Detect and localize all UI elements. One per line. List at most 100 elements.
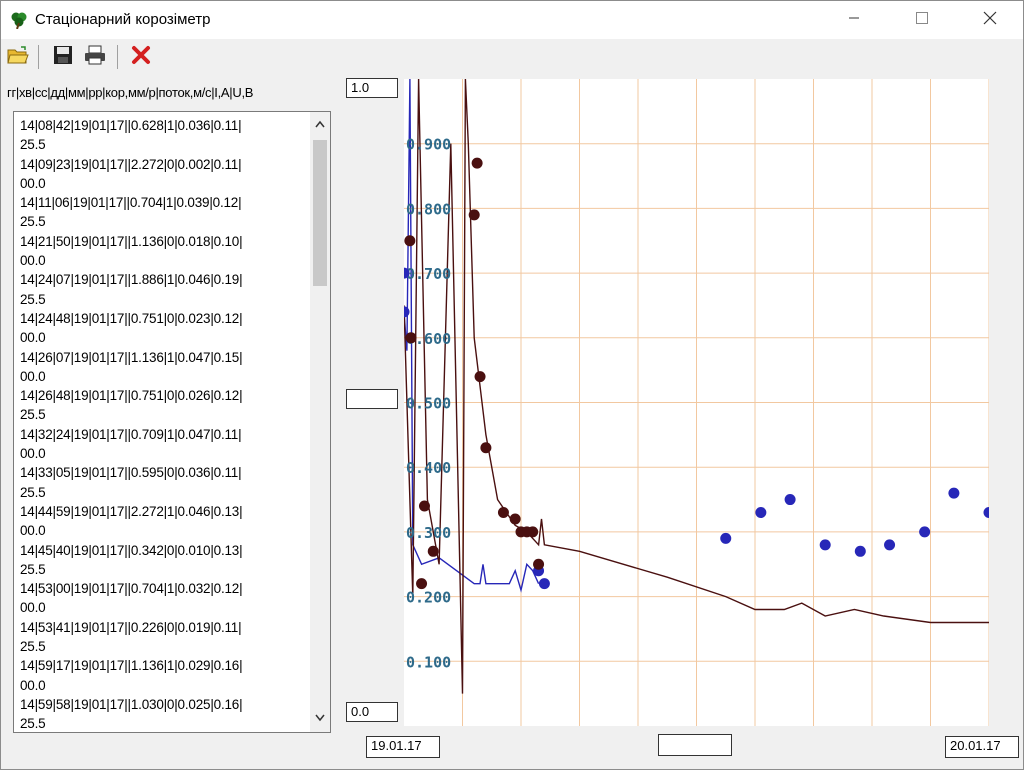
x-end-field[interactable]: 20.01.17: [945, 736, 1019, 758]
list-item[interactable]: 00.0: [20, 328, 304, 347]
scroll-down-button[interactable]: [310, 708, 330, 728]
series-2-point: [468, 209, 480, 221]
series-1-point: [819, 539, 831, 551]
series-2-point: [405, 332, 417, 344]
series-1-point: [948, 487, 960, 499]
toolbar: [1, 39, 1023, 75]
list-item[interactable]: 14|59|58|19|01|17||1.030|0|0.025|0.16|: [20, 695, 304, 714]
save-icon: [53, 45, 73, 70]
toolbar-separator: [117, 45, 118, 69]
y-mid-field[interactable]: [346, 389, 398, 409]
y-tick-label: 0.700: [406, 265, 451, 283]
list-item[interactable]: 14|24|48|19|01|17||0.751|0|0.023|0.12|: [20, 309, 304, 328]
list-item[interactable]: 14|09|23|19|01|17||2.272|0|0.002|0.11|: [20, 155, 304, 174]
list-item[interactable]: 14|26|07|19|01|17||1.136|1|0.047|0.15|: [20, 348, 304, 367]
series-1-point: [854, 545, 866, 557]
window-title: Стаціонарний корозіметр: [35, 11, 211, 28]
y-tick-label: 0.400: [406, 459, 451, 477]
series-1-point: [884, 539, 896, 551]
list-item[interactable]: 25.5: [20, 560, 304, 579]
list-item[interactable]: 00.0: [20, 174, 304, 193]
scroll-up-button[interactable]: [310, 114, 330, 134]
list-item[interactable]: 14|45|40|19|01|17||0.342|0|0.010|0.13|: [20, 541, 304, 560]
list-item[interactable]: 14|24|07|19|01|17||1.886|1|0.046|0.19|: [20, 270, 304, 289]
scroll-thumb[interactable]: [313, 140, 327, 286]
chart-svg: 0.1000.2000.3000.4000.5000.6000.7000.800…: [404, 79, 989, 726]
y-tick-label: 0.100: [406, 653, 451, 671]
list-item[interactable]: 14|53|41|19|01|17||0.226|0|0.019|0.11|: [20, 618, 304, 637]
list-item[interactable]: 00.0: [20, 251, 304, 270]
app-window: Стаціонарний корозіметр гг|хв|сс|дд|мм|р…: [0, 0, 1024, 770]
list-item[interactable]: 25.5: [20, 135, 304, 154]
list-item[interactable]: 25.5: [20, 637, 304, 656]
series-1-point: [784, 494, 796, 506]
x-mid-field[interactable]: [658, 734, 732, 756]
list-item[interactable]: 14|26|48|19|01|17||0.751|0|0.026|0.12|: [20, 386, 304, 405]
list-item[interactable]: 25.5: [20, 405, 304, 424]
list-item[interactable]: 14|08|42|19|01|17||0.628|1|0.036|0.11|: [20, 116, 304, 135]
print-button[interactable]: [83, 45, 107, 69]
y-tick-label: 0.900: [406, 136, 451, 154]
list-item[interactable]: 25.5: [20, 290, 304, 309]
print-icon: [84, 45, 106, 70]
list-item[interactable]: 14|59|17|19|01|17||1.136|1|0.029|0.16|: [20, 656, 304, 675]
series-2-point: [533, 558, 545, 570]
series-1-point: [404, 306, 410, 318]
series-2-point: [471, 157, 483, 169]
chevron-up-icon: [315, 115, 325, 133]
minimize-button[interactable]: [831, 1, 877, 39]
measurement-list[interactable]: 14|08|42|19|01|17||0.628|1|0.036|0.11| 25…: [13, 111, 331, 733]
list-item[interactable]: 00.0: [20, 367, 304, 386]
list-item[interactable]: 00.0: [20, 444, 304, 463]
corrosion-chart[interactable]: 0.100 0.200 0.300 0.400 0.500 0.600 0.700 0.800…: [404, 79, 989, 726]
y-tick-label: 0.200: [406, 589, 451, 607]
list-scrollbar[interactable]: [310, 112, 330, 732]
list-item[interactable]: 00.0: [20, 521, 304, 540]
save-button[interactable]: [51, 45, 75, 69]
delete-icon: [131, 45, 151, 70]
clover-app-icon: [9, 11, 29, 30]
chevron-down-icon: [315, 709, 325, 727]
series-2-point: [474, 371, 486, 383]
delete-button[interactable]: [129, 45, 153, 69]
series-2-point: [416, 578, 428, 590]
y-tick-label: 0.800: [406, 200, 451, 218]
series-2-point: [509, 513, 521, 525]
list-item[interactable]: 14|11|06|19|01|17||0.704|1|0.039|0.12|: [20, 193, 304, 212]
title-bar[interactable]: Стаціонарний корозіметр: [1, 1, 1023, 39]
y-min-field[interactable]: 0.0: [346, 702, 398, 722]
x-start-field[interactable]: 19.01.17: [366, 736, 440, 758]
series-1-point: [720, 532, 732, 544]
y-tick-label: 0.500: [406, 395, 451, 413]
list-item[interactable]: 25.5: [20, 483, 304, 502]
series-1-point: [919, 526, 931, 538]
list-item[interactable]: 00.0: [20, 676, 304, 695]
close-button[interactable]: [967, 1, 1013, 39]
measurement-list-items: 14|08|42|19|01|17||0.628|1|0.036|0.11| 25…: [20, 116, 304, 732]
list-item[interactable]: 25.5: [20, 714, 304, 732]
open-button[interactable]: [6, 45, 30, 69]
list-column-header: гг|хв|сс|дд|мм|рр|кор,мм/р|поток,м/с|I,A…: [7, 85, 254, 100]
series-2-point: [497, 506, 509, 518]
maximize-button[interactable]: [899, 1, 945, 39]
list-item[interactable]: 25.5: [20, 212, 304, 231]
list-item[interactable]: 14|32|24|19|01|17||0.709|1|0.047|0.11|: [20, 425, 304, 444]
series-2-point: [404, 235, 416, 247]
close-icon: [983, 11, 997, 30]
list-item[interactable]: 14|44|59|19|01|17||2.272|1|0.046|0.13|: [20, 502, 304, 521]
series-2-point: [480, 442, 492, 454]
series-1-point: [755, 506, 767, 518]
list-item[interactable]: 00.0: [20, 598, 304, 617]
list-item[interactable]: 14|33|05|19|01|17||0.595|0|0.036|0.11|: [20, 463, 304, 482]
list-item[interactable]: 14|53|00|19|01|17||0.704|1|0.032|0.12|: [20, 579, 304, 598]
toolbar-separator: [38, 45, 39, 69]
series-1-point: [983, 506, 989, 518]
series-2-point: [427, 545, 439, 557]
minimize-icon: [848, 11, 860, 29]
series-2-point: [527, 526, 539, 538]
maximize-icon: [916, 11, 928, 29]
y-max-field[interactable]: 1.0: [346, 78, 398, 98]
open-folder-icon: [7, 45, 29, 70]
series-2-point: [418, 500, 430, 512]
list-item[interactable]: 14|21|50|19|01|17||1.136|0|0.018|0.10|: [20, 232, 304, 251]
